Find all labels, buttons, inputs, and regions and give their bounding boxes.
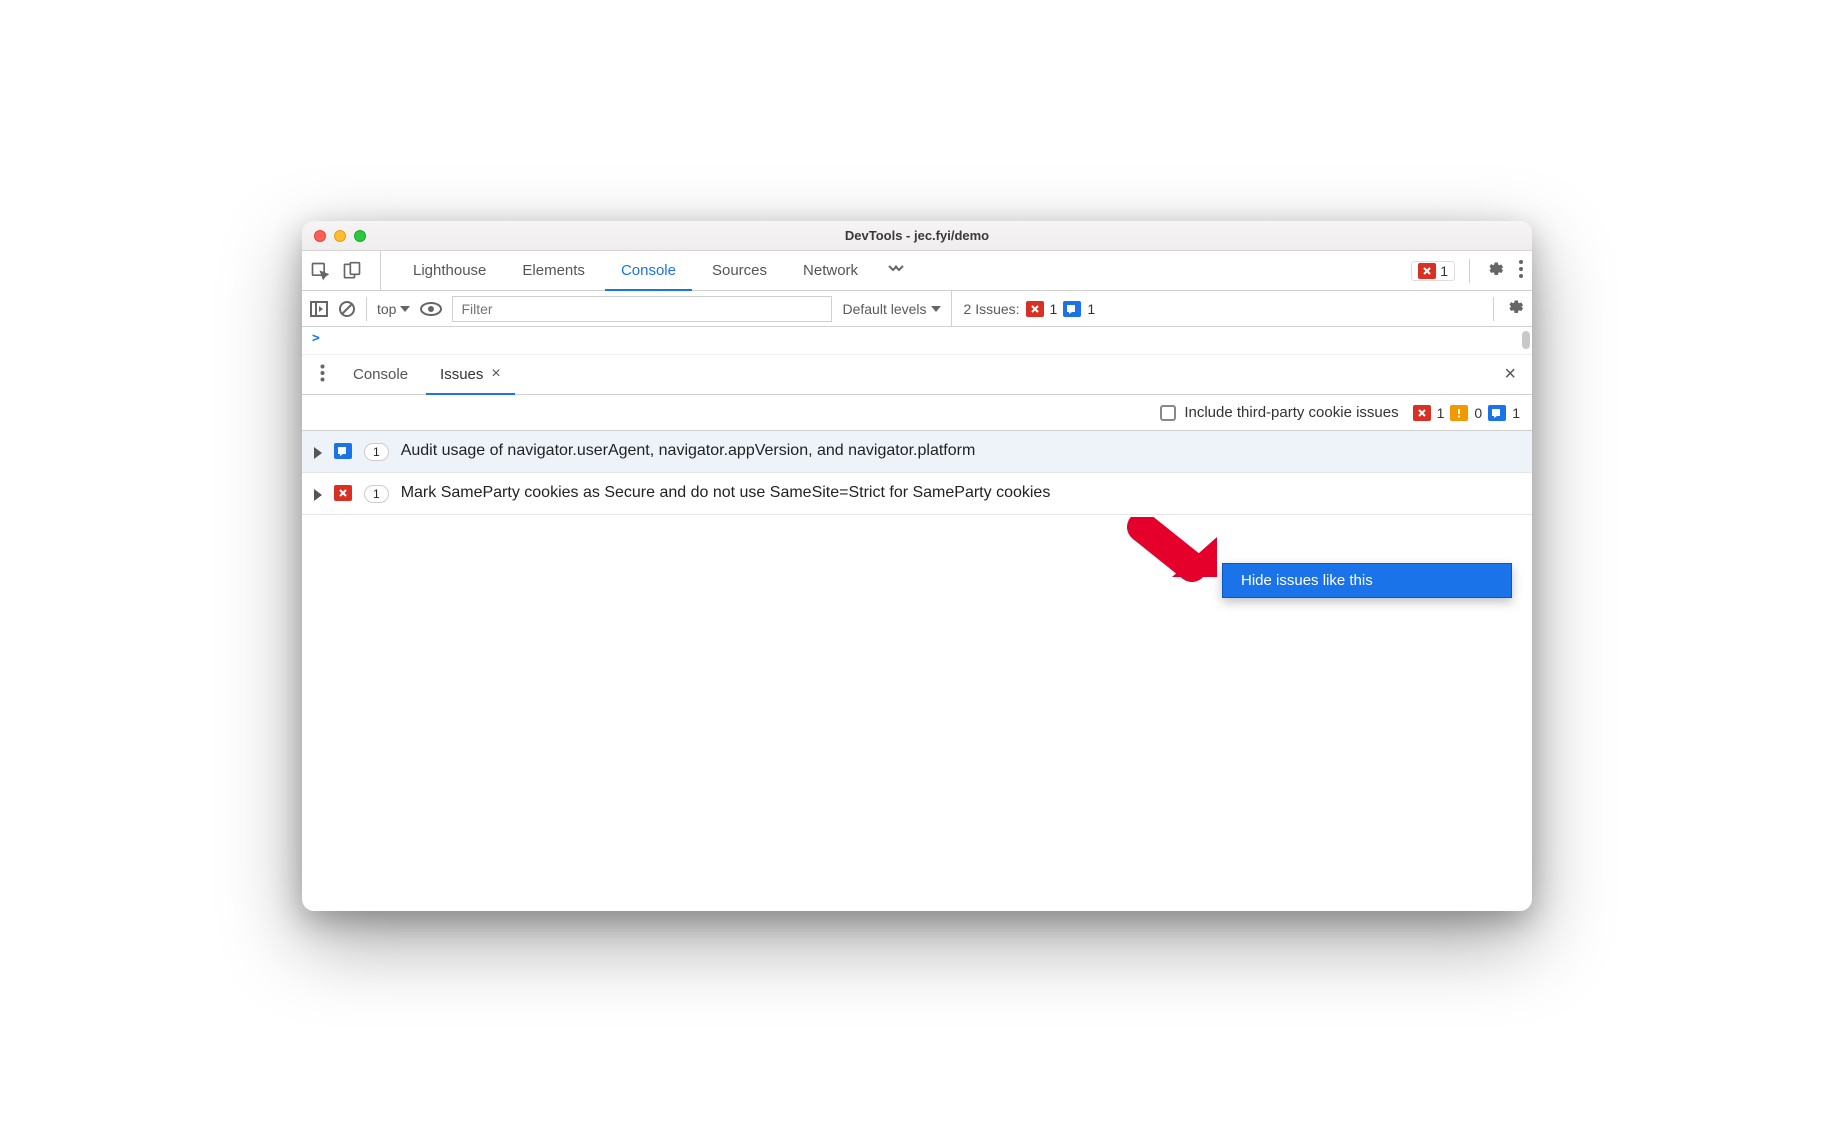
console-prompt[interactable]: > [302,327,1532,355]
caret-down-icon [931,306,941,312]
include-thirdparty-checkbox[interactable]: Include third-party cookie issues [1160,404,1398,421]
tab-lighthouse[interactable]: Lighthouse [397,251,502,290]
warning-icon [1450,405,1468,421]
issues-summary[interactable]: 2 Issues: 1 1 [951,291,1096,326]
main-tabstrip: Lighthouse Elements Console Sources Netw… [302,251,1532,291]
drawer-tab-console[interactable]: Console [339,355,422,394]
settings-icon[interactable] [1484,259,1504,283]
expand-triangle-icon[interactable] [314,447,322,459]
context-menu: Hide issues like this [1222,563,1512,598]
issues-toolbar: Include third-party cookie issues 1 0 1 [302,395,1532,431]
issue-counts: 1 0 1 [1413,405,1520,421]
issue-row[interactable]: 1 Mark SameParty cookies as Secure and d… [302,473,1532,515]
clear-console-icon[interactable] [338,300,356,318]
drawer-tab-issues[interactable]: Issues × [426,356,515,395]
console-settings-icon[interactable] [1504,297,1524,320]
window-title: DevTools - jec.fyi/demo [302,228,1532,243]
error-icon [1418,263,1436,279]
separator [1469,259,1470,283]
scroll-indicator[interactable] [1522,331,1530,349]
caret-down-icon [400,306,410,312]
error-count-value: 1 [1440,263,1448,279]
tab-sources[interactable]: Sources [696,251,783,290]
error-icon [1026,301,1044,317]
context-selector[interactable]: top [377,301,410,317]
error-icon [334,485,352,501]
context-label: top [377,301,396,317]
issue-count-pill: 1 [364,485,389,503]
info-icon [1488,405,1506,421]
drawer-tab-label: Issues [440,366,483,383]
issues-info-count: 1 [1087,301,1095,317]
devtools-window: DevTools - jec.fyi/demo Lighthouse Eleme… [302,221,1532,911]
annotation-arrow-icon [1122,517,1232,602]
sidebar-toggle-icon[interactable] [310,301,328,317]
issue-title: Mark SameParty cookies as Secure and do … [401,483,1520,504]
issues-summary-label: 2 Issues: [964,301,1020,317]
issue-title: Audit usage of navigator.userAgent, navi… [401,441,1520,462]
live-expression-icon[interactable] [420,302,442,316]
kebab-menu-icon[interactable] [1518,259,1524,283]
warn-count: 0 [1474,405,1482,421]
issue-count-pill: 1 [364,443,389,461]
console-toolbar: top Default levels 2 Issues: 1 1 [302,291,1532,327]
issue-row[interactable]: 1 Audit usage of navigator.userAgent, na… [302,431,1532,473]
tab-elements[interactable]: Elements [506,251,601,290]
separator [1493,297,1494,321]
expand-triangle-icon[interactable] [314,489,322,501]
info-count: 1 [1512,405,1520,421]
inspect-element-icon[interactable] [310,261,330,281]
error-count: 1 [1437,405,1445,421]
issues-error-count: 1 [1050,301,1058,317]
tab-network[interactable]: Network [787,251,874,290]
close-drawer-icon[interactable]: × [1496,363,1524,386]
error-icon [1413,405,1431,421]
prompt-caret-icon: > [312,331,320,346]
log-levels-label: Default levels [842,301,926,317]
close-tab-icon[interactable]: × [491,365,500,383]
checkbox-icon [1160,405,1176,421]
info-icon [1063,301,1081,317]
drawer-tabstrip: Console Issues × × [302,355,1532,395]
tab-console[interactable]: Console [605,252,692,291]
filter-input[interactable] [452,296,832,322]
include-thirdparty-label: Include third-party cookie issues [1184,404,1398,421]
error-count-badge[interactable]: 1 [1411,261,1455,281]
more-tabs-icon[interactable] [878,262,914,279]
info-icon [334,443,352,459]
drawer-kebab-icon[interactable] [310,364,335,386]
separator [366,297,367,321]
context-menu-item-hide[interactable]: Hide issues like this [1241,572,1493,589]
log-levels-selector[interactable]: Default levels [842,301,940,317]
device-toggle-icon[interactable] [342,261,362,281]
titlebar: DevTools - jec.fyi/demo [302,221,1532,251]
